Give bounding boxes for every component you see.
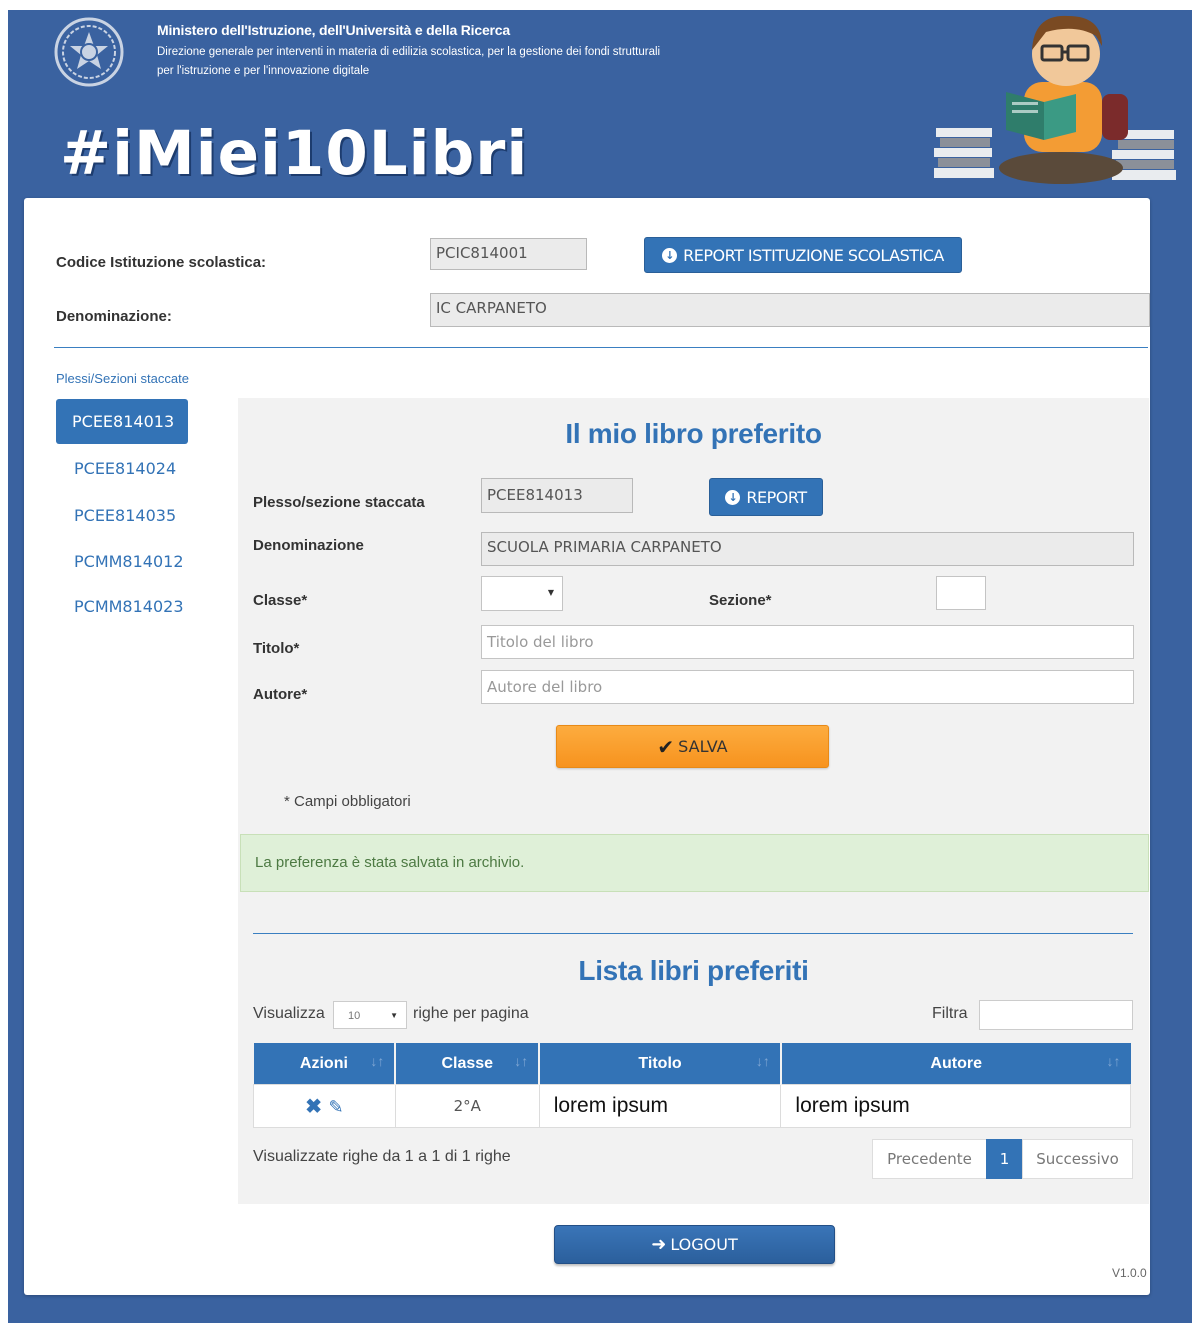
sort-icon: ↓↑ [755,1053,770,1069]
sezione-label: Sezione* [709,592,772,609]
column-header-azioni[interactable]: Azioni ↓↑ [253,1043,397,1085]
rows-per-page-value: 10 [348,1010,361,1022]
classe-cell: 2°A [394,1084,540,1128]
emblem-icon [54,17,124,87]
denominazione-form-label: Denominazione [253,537,364,554]
logout-button[interactable]: ➜ LOGOUT [554,1225,835,1264]
pager-next[interactable]: Successivo [1022,1139,1133,1179]
delete-icon[interactable]: ✖ [305,1096,322,1118]
edit-icon[interactable]: ✎ [328,1097,343,1117]
download-circle-icon: ↓ [662,247,678,263]
books-table: Azioni ↓↑ Classe ↓↑ Titolo ↓↑ Autore ↓↑ ✖ ✎ … [253,1043,1131,1128]
reader-illustration [934,15,1176,184]
book-form-panel: Il mio libro preferito Plesso/sezione st… [238,398,1149,1204]
form-title: Il mio libro preferito [565,418,822,449]
required-note: * Campi obbligatori [284,793,411,810]
classe-label: Classe* [253,592,308,609]
caret-down-icon: ▼ [547,588,554,597]
report-institution-button[interactable]: ↓ REPORT ISTITUZIONE SCOLASTICA [644,237,962,273]
table-info: Visualizzate righe da 1 a 1 di 1 righe [253,1148,511,1165]
show-suffix: righe per pagina [413,1005,529,1022]
column-header-titolo[interactable]: Titolo ↓↑ [539,1043,782,1085]
report-label: REPORT [746,487,807,507]
success-alert: La preferenza è stata salvata in archivi… [240,834,1149,892]
codice-label: Codice Istituzione scolastica: [56,254,267,271]
divider [54,347,1148,348]
plesso-field: PCEE814013 [481,478,633,513]
plesso-item-pcmm814023[interactable]: PCMM814023 [56,584,188,629]
plesso-item-pcee814013[interactable]: PCEE814013 [56,399,188,444]
plessi-title: Plessi/Sezioni staccate [56,371,189,386]
classe-select[interactable]: ▼ [481,576,563,611]
autore-cell: lorem ipsum [780,1084,1131,1128]
titolo-label: Titolo* [253,640,300,657]
codice-field: PCIC814001 [430,238,587,270]
save-button[interactable]: ✔ SALVA [556,725,829,768]
caret-down-icon: ▼ [390,1011,398,1020]
denominazione-field: IC CARPANETO [430,293,1150,327]
show-prefix: Visualizza [253,1005,325,1022]
plesso-label: Plesso/sezione staccata [253,494,425,511]
sort-icon: ↓↑ [1106,1053,1121,1069]
filter-label: Filtra [932,1005,968,1022]
titolo-input[interactable]: Titolo del libro [481,625,1134,659]
column-header-autore[interactable]: Autore ↓↑ [780,1043,1131,1085]
column-header-label: Azioni [299,1054,348,1072]
ministry-directorate: Direzione generale per interventi in mat… [157,46,661,77]
logout-label: LOGOUT [670,1235,738,1254]
sezione-input[interactable] [936,576,986,610]
filter-input[interactable] [979,1000,1133,1030]
plesso-item-pcmm814012[interactable]: PCMM814012 [56,539,188,584]
brand-title: #iMiei10Libri [60,118,529,189]
autore-label: Autore* [253,686,308,703]
rows-per-page-select[interactable]: 10 ▼ [333,1001,407,1029]
pager-page-1[interactable]: 1 [986,1139,1023,1179]
column-header-label: Classe [441,1054,494,1072]
autore-input[interactable]: Autore del libro [481,670,1134,704]
logout-icon: ➜ [651,1234,667,1255]
actions-cell: ✖ ✎ [253,1084,396,1128]
save-label: SALVA [678,737,728,756]
report-button[interactable]: ↓ REPORT [709,478,823,516]
main-card: Codice Istituzione scolastica: PCIC81400… [24,198,1150,1295]
sort-icon: ↓↑ [370,1053,385,1069]
column-header-label: Titolo [638,1054,682,1072]
sort-icon: ↓↑ [514,1053,529,1069]
list-title: Lista libri preferiti [578,955,809,986]
column-header-label: Autore [930,1054,982,1072]
denominazione-label: Denominazione: [56,308,172,325]
version-label: V1.0.0 [1112,1266,1147,1280]
checkmark-icon: ✔ [657,734,675,759]
table-row: ✖ ✎ 2°A lorem ipsum lorem ipsum [253,1084,1131,1128]
titolo-cell: lorem ipsum [538,1084,782,1128]
download-circle-icon: ↓ [725,489,741,505]
ministry-name: Ministero dell'Istruzione, dell'Universi… [157,22,510,38]
divider [253,933,1133,934]
report-institution-label: REPORT ISTITUZIONE SCOLASTICA [683,245,944,265]
plesso-item-pcee814024[interactable]: PCEE814024 [56,446,188,491]
denominazione-form-field: SCUOLA PRIMARIA CARPANETO [481,532,1134,566]
plesso-item-pcee814035[interactable]: PCEE814035 [56,493,188,538]
ministry-header: Ministero dell'Istruzione, dell'Universi… [157,22,677,81]
pager-previous[interactable]: Precedente [872,1139,987,1179]
column-header-classe[interactable]: Classe ↓↑ [395,1043,541,1085]
